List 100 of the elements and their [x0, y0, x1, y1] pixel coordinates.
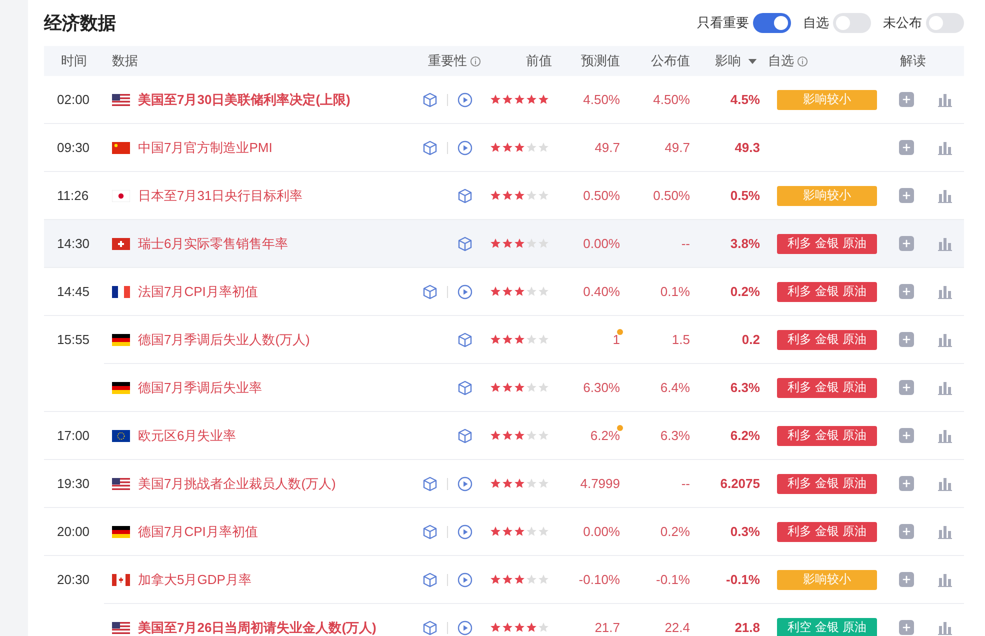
indicator-link[interactable]: 美国至7月26日当周初请失业金人数(万人): [138, 618, 376, 636]
star-icon: [490, 622, 501, 633]
cube-icon[interactable]: [457, 428, 473, 444]
bar-chart-icon[interactable]: [938, 140, 952, 154]
indicator-link[interactable]: 加拿大5月GDP月率: [138, 570, 252, 588]
add-button[interactable]: [898, 620, 914, 635]
add-button[interactable]: [898, 284, 914, 299]
star-icon: [526, 526, 537, 537]
plus-icon: [902, 191, 910, 200]
bar-chart-icon[interactable]: [938, 92, 952, 106]
play-icon[interactable]: [457, 572, 473, 588]
bar-chart-icon[interactable]: [938, 428, 952, 442]
play-icon[interactable]: [457, 476, 473, 492]
table-row[interactable]: 17:00 欧元区6月失业率 6.2% 6.3% 6.2% 利多 金银 原油: [44, 412, 964, 460]
info-icon[interactable]: [470, 56, 481, 66]
bar-chart-icon[interactable]: [938, 620, 952, 634]
bar-chart-icon[interactable]: [938, 380, 952, 394]
star-icon: [538, 526, 549, 537]
plus-icon: [902, 95, 910, 104]
table-row[interactable]: 14:45 法国7月CPI月率初值 0.40% 0.1% 0.2% 利多 金银 原油: [44, 268, 964, 316]
cube-icon[interactable]: [457, 380, 473, 396]
play-icon[interactable]: [457, 92, 473, 108]
indicator-link[interactable]: 法国7月CPI月率初值: [138, 282, 258, 300]
add-button[interactable]: [898, 92, 914, 107]
indicator-link[interactable]: 德国7月CPI月率初值: [138, 522, 258, 540]
forecast-value: --: [681, 236, 690, 251]
indicator-link[interactable]: 日本至7月31日央行目标利率: [138, 186, 303, 204]
add-button[interactable]: [898, 140, 914, 155]
time-text: 14:30: [57, 236, 90, 251]
bar-chart-icon[interactable]: [938, 188, 952, 202]
table-row[interactable]: 美国至7月26日当周初请失业金人数(万人) 21.7 22.4 21.8 利空 金银 原油: [44, 604, 964, 636]
star-icon: [538, 622, 549, 633]
add-button[interactable]: [898, 188, 914, 203]
bar-chart-icon[interactable]: [938, 284, 952, 298]
play-icon[interactable]: [457, 620, 473, 636]
toggle-switch[interactable]: [753, 13, 791, 33]
indicator-link[interactable]: 瑞士6月实际零售销售年率: [138, 234, 288, 252]
cube-icon[interactable]: [422, 92, 438, 108]
table-row[interactable]: 15:55 德国7月季调后失业人数(万人) 1 1.5 0.2 利多 金银 原油: [44, 316, 964, 364]
add-button[interactable]: [898, 332, 914, 347]
star-icon: [538, 190, 549, 201]
cube-icon[interactable]: [422, 476, 438, 492]
table-row[interactable]: 20:00 德国7月CPI月率初值 0.00% 0.2% 0.3% 利多 金银 原油: [44, 508, 964, 556]
indicator-link[interactable]: 美国至7月30日美联储利率决定(上限): [138, 90, 350, 108]
actual-value: 6.2%: [730, 428, 760, 443]
indicator-link[interactable]: 德国7月季调后失业人数(万人): [138, 330, 310, 348]
star-icon: [538, 142, 549, 153]
table-row[interactable]: 14:30 瑞士6月实际零售销售年率 0.00% -- 3.8% 利多 金银 原油: [44, 220, 964, 268]
plus-icon: [902, 479, 910, 488]
play-icon[interactable]: [457, 284, 473, 300]
indicator-link[interactable]: 中国7月官方制造业PMI: [138, 138, 272, 156]
cube-icon[interactable]: [422, 572, 438, 588]
plus-icon: [902, 383, 910, 392]
star-icon: [502, 238, 513, 249]
column-header: 重要性: [428, 52, 467, 70]
star-icon: [514, 382, 525, 393]
impact-tag: 利多 金银 原油: [777, 522, 877, 542]
cube-icon[interactable]: [422, 284, 438, 300]
star-icon: [526, 574, 537, 585]
bar-chart-icon[interactable]: [938, 236, 952, 250]
cube-icon[interactable]: [457, 236, 473, 252]
forecast-value: 4.50%: [653, 92, 690, 107]
star-icon: [514, 622, 525, 633]
impact-tag: 利多 金银 原油: [777, 426, 877, 446]
caret-icon[interactable]: [748, 58, 757, 64]
add-button[interactable]: [898, 572, 914, 587]
play-icon[interactable]: [457, 140, 473, 156]
column-header[interactable]: 影响: [715, 52, 741, 70]
cube-icon[interactable]: [422, 140, 438, 156]
bar-chart-icon[interactable]: [938, 524, 952, 538]
bar-chart-icon[interactable]: [938, 572, 952, 586]
table-row[interactable]: 19:30 美国7月挑战者企业裁员人数(万人) 4.7999 -- 6.2075 利多 金银 原油: [44, 460, 964, 508]
indicator-link[interactable]: 美国7月挑战者企业裁员人数(万人): [138, 474, 336, 492]
add-button[interactable]: [898, 428, 914, 443]
toggle-switch[interactable]: [833, 13, 871, 33]
bar-chart-icon[interactable]: [938, 332, 952, 346]
star-icon: [490, 478, 501, 489]
star-icon: [490, 382, 501, 393]
add-button[interactable]: [898, 524, 914, 539]
table-row[interactable]: 德国7月季调后失业率 6.30% 6.4% 6.3% 利多 金银 原油: [44, 364, 964, 412]
table-row[interactable]: 09:30 中国7月官方制造业PMI 49.7 49.7 49.3: [44, 124, 964, 172]
toggle-switch[interactable]: [926, 13, 964, 33]
add-button[interactable]: [898, 380, 914, 395]
star-icon: [502, 190, 513, 201]
cube-icon[interactable]: [422, 524, 438, 540]
cube-icon[interactable]: [457, 188, 473, 204]
actual-value: 0.3%: [730, 524, 760, 539]
add-button[interactable]: [898, 236, 914, 251]
bar-chart-icon[interactable]: [938, 476, 952, 490]
star-icon: [514, 334, 525, 345]
play-icon[interactable]: [457, 524, 473, 540]
cube-icon[interactable]: [422, 620, 438, 636]
cube-icon[interactable]: [457, 332, 473, 348]
time-text: 19:30: [57, 476, 90, 491]
table-row[interactable]: 20:30 加拿大5月GDP月率 -0.10% -0.1% -0.1% 影响较小: [44, 556, 964, 604]
indicator-link[interactable]: 欧元区6月失业率: [138, 426, 236, 444]
add-button[interactable]: [898, 476, 914, 491]
table-row[interactable]: 02:00 美国至7月30日美联储利率决定(上限) 4.50% 4.50% 4.5% 影响较小: [44, 76, 964, 124]
indicator-link[interactable]: 德国7月季调后失业率: [138, 378, 262, 396]
info-icon[interactable]: [797, 56, 808, 66]
